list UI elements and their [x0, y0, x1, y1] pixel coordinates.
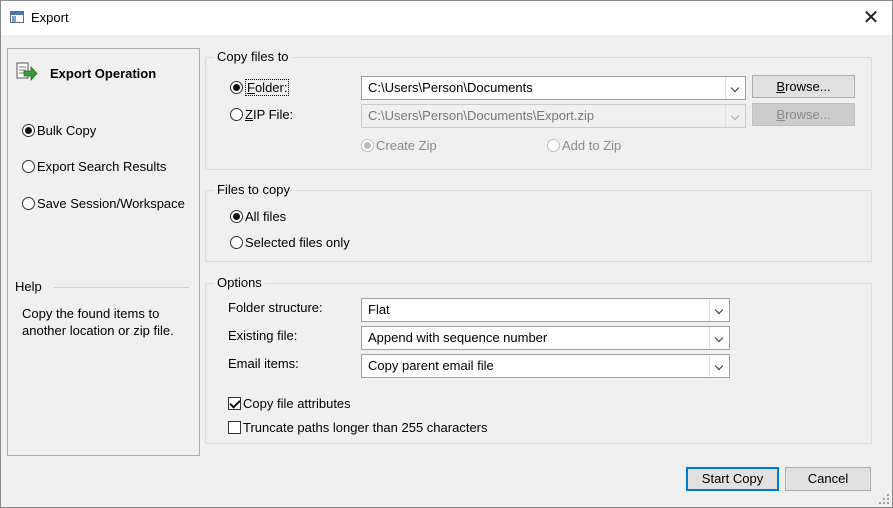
options-group: Options Folder structure: Flat Existing … — [205, 275, 872, 444]
radio-export-search-results-label: Export Search Results — [37, 159, 167, 174]
folder-path-combo[interactable]: C:\Users\Person\Documents — [361, 76, 746, 100]
zip-accel: Z — [245, 107, 253, 122]
cancel-button[interactable]: Cancel — [785, 467, 871, 491]
radio-add-to-zip[interactable]: Add to Zip — [547, 138, 621, 153]
browse-folder-accel: B — [776, 79, 786, 94]
browse-zip-rest: rowse... — [785, 107, 831, 122]
files-to-copy-group: Files to copy All files Selected files o… — [205, 182, 872, 262]
radio-selected-files-label: Selected files only — [245, 235, 350, 250]
copy-attributes-checkbox[interactable] — [228, 397, 241, 410]
radio-zip-file-label: ZIP File: — [245, 107, 293, 122]
window-title: Export — [31, 10, 69, 25]
browse-zip-accel: B — [776, 107, 786, 122]
radio-create-zip[interactable]: Create Zip — [361, 138, 437, 153]
radio-all-files-label: All files — [245, 209, 287, 224]
window-app-icon — [10, 11, 24, 23]
folder-structure-combo[interactable]: Flat — [361, 298, 730, 322]
copy-files-to-title: Copy files to — [214, 49, 292, 64]
email-items-combo[interactable]: Copy parent email file — [361, 354, 730, 378]
chevron-down-icon[interactable] — [725, 105, 745, 127]
radio-button[interactable] — [230, 81, 243, 94]
operation-heading: Export Operation — [50, 66, 157, 81]
radio-export-search-results[interactable]: Export Search Results — [22, 159, 166, 174]
existing-file-value: Append with sequence number — [368, 330, 548, 345]
resize-grip-icon[interactable] — [879, 494, 889, 504]
radio-button[interactable] — [230, 108, 243, 121]
radio-create-zip-label: Create Zip — [376, 138, 437, 153]
help-divider — [54, 287, 189, 288]
folder-structure-label: Folder structure: — [228, 300, 323, 315]
operation-panel: Export Operation Bulk Copy Export Search… — [7, 48, 200, 456]
folder-structure-value: Flat — [368, 302, 390, 317]
chevron-down-icon[interactable] — [709, 299, 729, 321]
radio-button[interactable] — [22, 124, 35, 137]
export-dialog: Export ✕ Export Operation Bulk Copy Expo… — [0, 0, 893, 508]
radio-button[interactable] — [230, 236, 243, 249]
radio-button[interactable] — [230, 210, 243, 223]
radio-selected-files[interactable]: Selected files only — [230, 235, 350, 250]
existing-file-combo[interactable]: Append with sequence number — [361, 326, 730, 350]
help-heading: Help — [15, 279, 42, 294]
help-text: Copy the found items to another location… — [22, 306, 174, 338]
existing-file-label: Existing file: — [228, 328, 298, 343]
chevron-down-icon[interactable] — [709, 355, 729, 377]
zip-path-value: C:\Users\Person\Documents\Export.zip — [368, 108, 595, 123]
copy-files-to-group: Copy files to Folder: C:\Users\Person\Do… — [205, 49, 872, 170]
truncate-paths-checkbox[interactable] — [228, 421, 241, 434]
radio-zip-file[interactable]: ZIP File: — [230, 107, 293, 122]
folder-label-rest: older: — [254, 80, 288, 95]
radio-bulk-copy[interactable]: Bulk Copy — [22, 123, 96, 138]
radio-folder[interactable]: Folder: — [230, 79, 290, 96]
zip-label-rest: IP File: — [252, 107, 294, 122]
radio-save-session[interactable]: Save Session/Workspace — [22, 196, 185, 211]
folder-accel: F — [247, 80, 255, 95]
radio-save-session-label: Save Session/Workspace — [37, 196, 185, 211]
options-title: Options — [214, 275, 265, 290]
export-arrow-icon — [16, 62, 38, 82]
truncate-paths-label: Truncate paths longer than 255 character… — [243, 420, 488, 435]
radio-all-files[interactable]: All files — [230, 209, 286, 224]
email-items-label: Email items: — [228, 356, 299, 371]
browse-folder-button[interactable]: Browse... — [752, 75, 855, 98]
copy-attributes-label: Copy file attributes — [243, 396, 351, 411]
copy-attributes-checkbox-row[interactable]: Copy file attributes — [228, 396, 351, 411]
radio-add-to-zip-label: Add to Zip — [562, 138, 622, 153]
truncate-paths-checkbox-row[interactable]: Truncate paths longer than 255 character… — [228, 420, 488, 435]
radio-bulk-copy-label: Bulk Copy — [37, 123, 97, 138]
browse-folder-rest: rowse... — [785, 79, 831, 94]
files-to-copy-title: Files to copy — [214, 182, 293, 197]
radio-button[interactable] — [547, 139, 560, 152]
start-copy-button[interactable]: Start Copy — [686, 467, 779, 491]
email-items-value: Copy parent email file — [368, 358, 494, 373]
radio-button[interactable] — [22, 160, 35, 173]
chevron-down-icon[interactable] — [725, 77, 745, 99]
folder-path-value: C:\Users\Person\Documents — [368, 80, 533, 95]
radio-button[interactable] — [22, 197, 35, 210]
browse-zip-button[interactable]: Browse... — [752, 103, 855, 126]
title-bar: Export ✕ — [1, 1, 892, 35]
close-icon[interactable]: ✕ — [856, 4, 886, 32]
radio-folder-label: Folder: — [245, 79, 290, 96]
chevron-down-icon[interactable] — [709, 327, 729, 349]
zip-path-combo[interactable]: C:\Users\Person\Documents\Export.zip — [361, 104, 746, 128]
radio-button[interactable] — [361, 139, 374, 152]
